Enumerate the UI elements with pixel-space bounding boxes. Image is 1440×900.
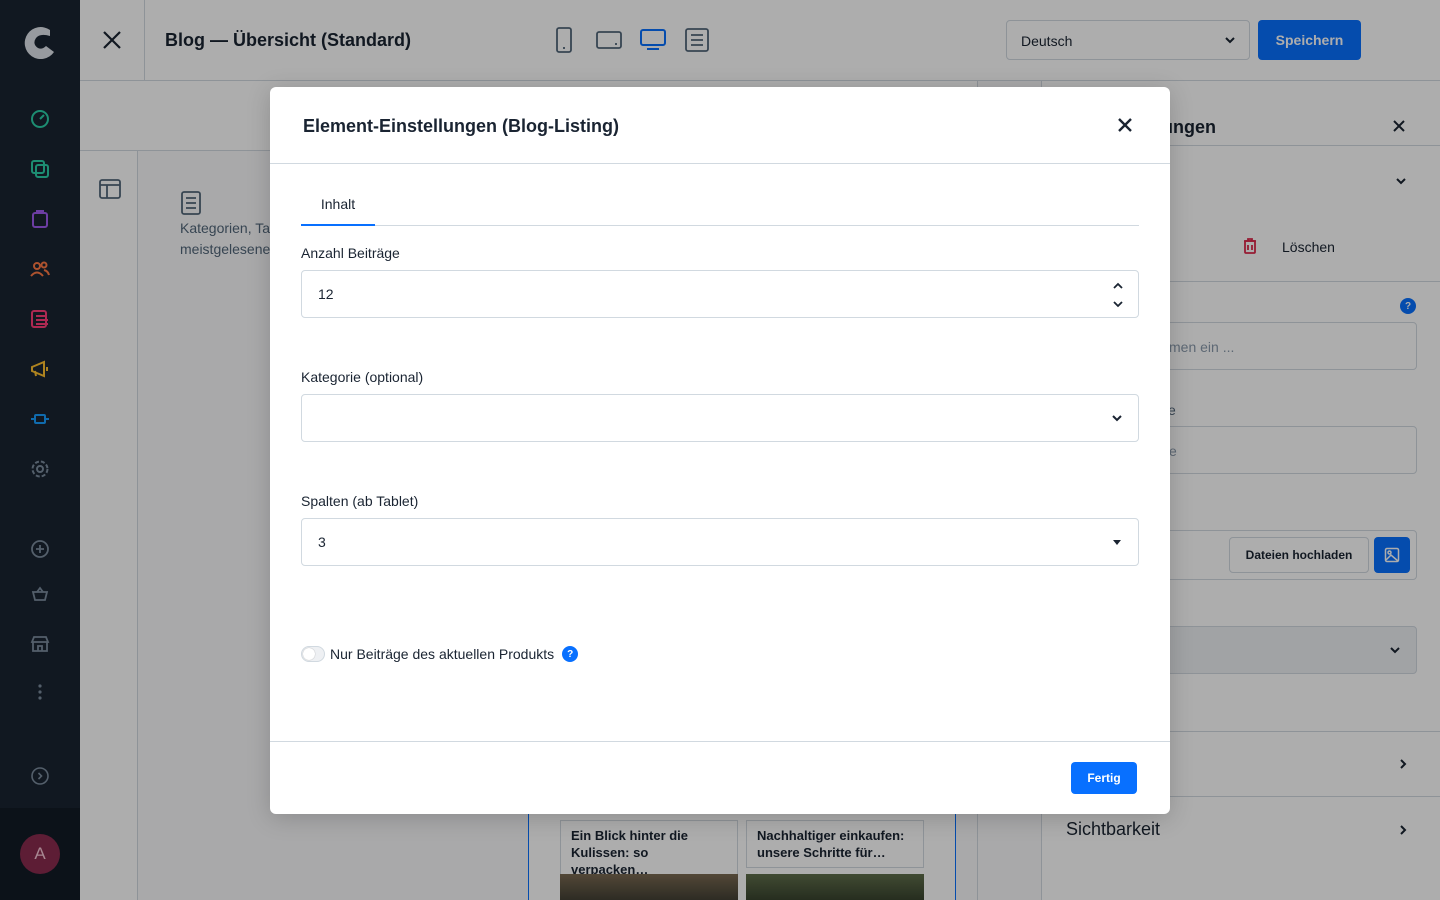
modal-footer: Fertig — [270, 741, 1170, 814]
category-label: Kategorie (optional) — [301, 369, 424, 385]
count-label: Anzahl Beiträge — [301, 245, 400, 261]
current-product-toggle-row: Nur Beiträge des aktuellen Produkts ? — [301, 644, 579, 664]
tab-content[interactable]: Inhalt — [301, 187, 375, 226]
current-product-toggle[interactable] — [301, 646, 325, 662]
chevron-down-icon — [1110, 411, 1124, 428]
help-icon[interactable]: ? — [562, 646, 579, 662]
count-value: 12 — [318, 286, 334, 302]
close-icon[interactable] — [1113, 113, 1137, 137]
count-input[interactable]: 12 — [301, 270, 1139, 318]
modal-header: Element-Einstellungen (Blog-Listing) — [270, 87, 1170, 164]
chevron-down-icon — [1110, 535, 1124, 552]
modal-title: Element-Einstellungen (Blog-Listing) — [303, 116, 619, 136]
done-button[interactable]: Fertig — [1071, 762, 1137, 794]
columns-select[interactable]: 3 — [301, 518, 1139, 566]
toggle-label: Nur Beiträge des aktuellen Produkts — [330, 646, 555, 662]
modal-tabs: Inhalt — [301, 187, 1139, 226]
element-settings-modal: Element-Einstellungen (Blog-Listing) Inh… — [270, 87, 1170, 814]
category-select[interactable] — [301, 394, 1139, 442]
columns-label: Spalten (ab Tablet) — [301, 493, 419, 509]
columns-value: 3 — [318, 534, 326, 550]
number-stepper[interactable] — [1112, 279, 1124, 311]
